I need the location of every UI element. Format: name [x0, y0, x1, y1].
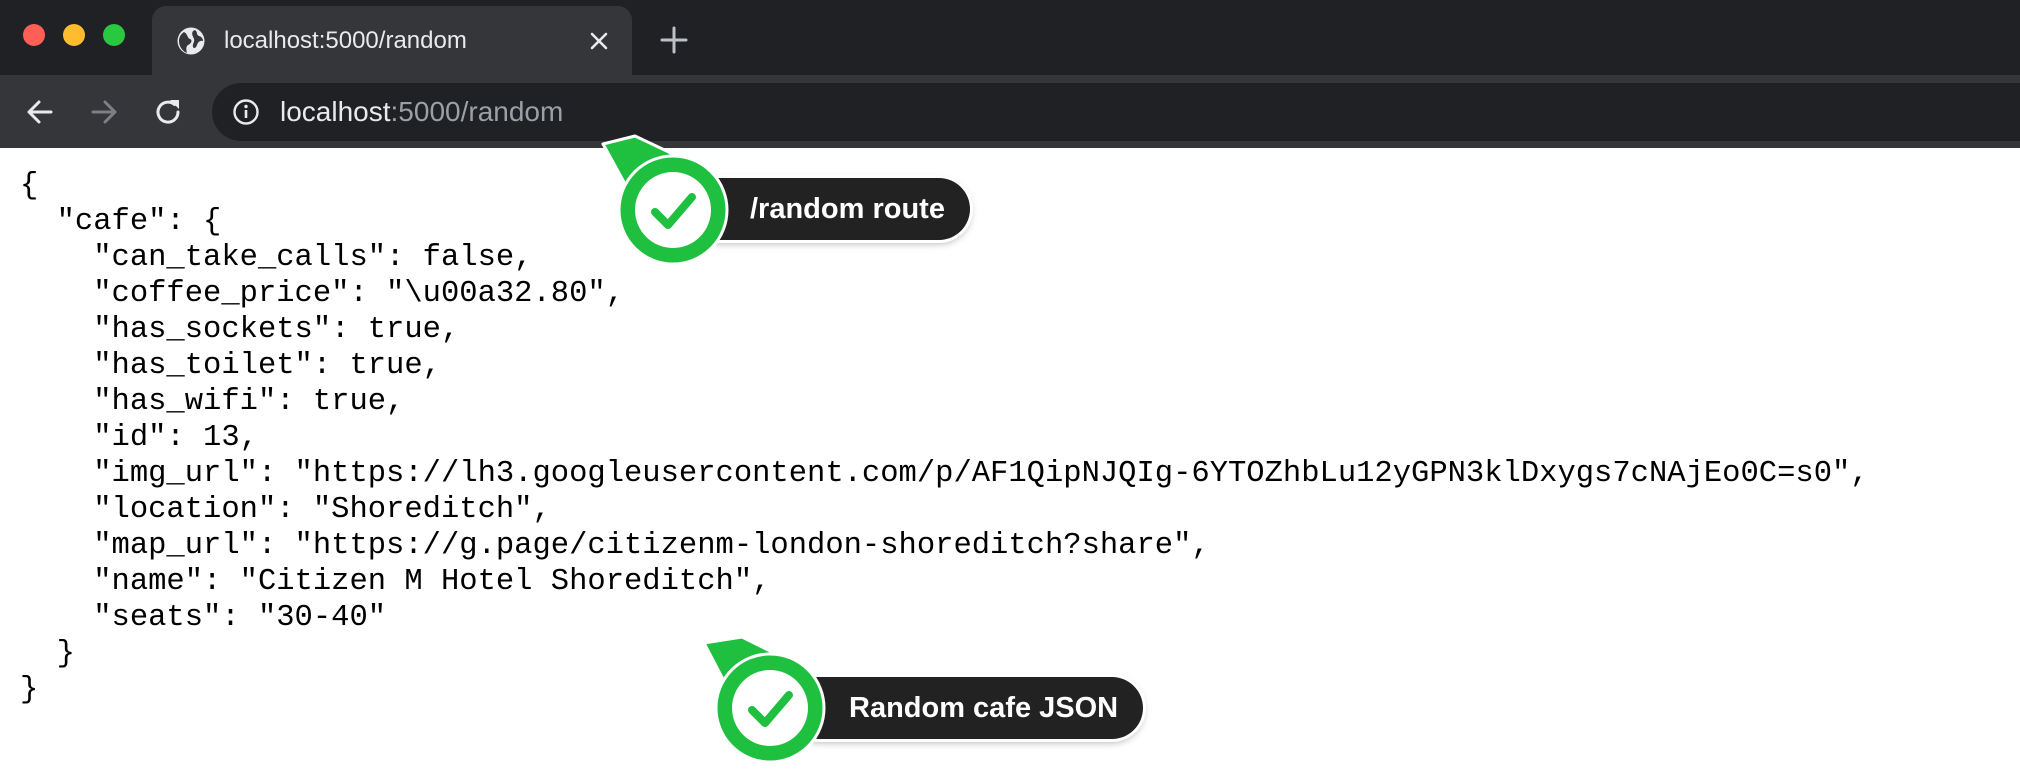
- close-icon[interactable]: [588, 30, 610, 52]
- checkmark-icon: [601, 134, 729, 266]
- tab-title: localhost:5000/random: [224, 27, 467, 54]
- json-line: "img_url": "https://lh3.googleuserconten…: [20, 457, 1869, 491]
- route-callout-label: /random route: [750, 193, 945, 225]
- json-line: "map_url": "https://g.page/citizenm-lond…: [20, 529, 1210, 563]
- json-line: "name": "Citizen M Hotel Shoreditch",: [20, 565, 771, 599]
- route-callout: /random route: [595, 132, 975, 272]
- globe-icon: [177, 27, 205, 55]
- info-icon[interactable]: [232, 98, 260, 126]
- json-callout-label: Random cafe JSON: [849, 692, 1119, 724]
- browser-toolbar: localhost:5000/random: [0, 75, 2020, 148]
- url-host: localhost: [280, 96, 391, 127]
- json-line: "coffee_price": "\u00a32.80",: [20, 277, 624, 311]
- address-bar[interactable]: localhost:5000/random: [212, 83, 2020, 141]
- url-text[interactable]: localhost:5000/random: [280, 96, 563, 128]
- active-tab[interactable]: localhost:5000/random: [152, 6, 632, 75]
- json-line: "seats": "30-40": [20, 601, 387, 635]
- close-window-button[interactable]: [23, 24, 45, 46]
- url-path: :5000/random: [390, 96, 564, 127]
- checkmark-icon: [702, 635, 826, 764]
- reload-icon[interactable]: [152, 96, 184, 128]
- json-line: "has_sockets": true,: [20, 313, 460, 347]
- minimize-window-button[interactable]: [63, 24, 85, 46]
- maximize-window-button[interactable]: [103, 24, 125, 46]
- forward-arrow-icon[interactable]: [88, 96, 120, 128]
- back-arrow-icon[interactable]: [24, 96, 56, 128]
- json-line: "location": "Shoreditch",: [20, 493, 551, 527]
- json-line: "has_toilet": true,: [20, 349, 441, 383]
- json-line: "id": 13,: [20, 421, 258, 455]
- json-line: "has_wifi": true,: [20, 385, 405, 419]
- json-callout: Random cafe JSON: [698, 633, 1148, 773]
- browser-titlebar: localhost:5000/random: [0, 0, 2020, 75]
- plus-icon[interactable]: [660, 26, 688, 54]
